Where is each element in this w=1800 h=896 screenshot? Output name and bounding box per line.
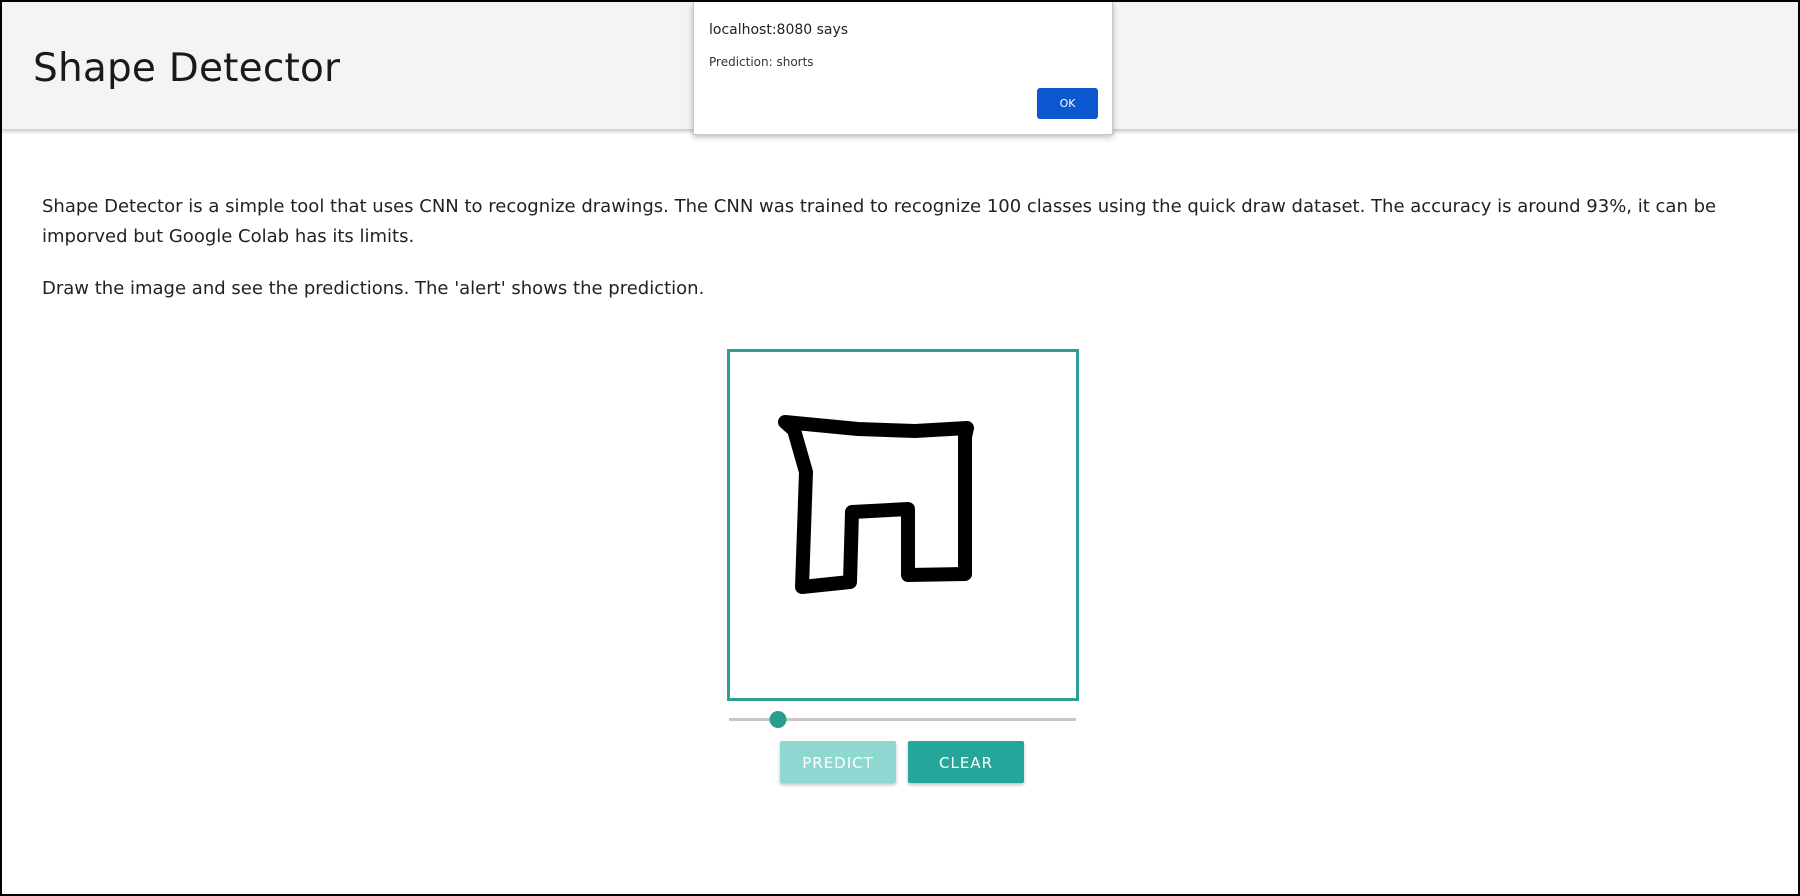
drawing-canvas[interactable] [727, 349, 1079, 701]
alert-ok-button[interactable]: OK [1037, 88, 1098, 119]
drawing-canvas-surface[interactable] [730, 352, 1076, 698]
alert-message: Prediction: shorts [709, 55, 814, 69]
alert-title: localhost:8080 says [709, 22, 849, 38]
alert-dialog: localhost:8080 says Prediction: shorts O… [693, 2, 1113, 135]
drawn-stroke [778, 415, 974, 594]
page-title: Shape Detector [33, 46, 341, 91]
instruction-paragraph: Draw the image and see the predictions. … [42, 278, 705, 299]
browser-viewport: Shape Detector Shape Detector is a simpl… [0, 0, 1800, 896]
main-content: Shape Detector is a simple tool that use… [42, 192, 1762, 326]
predict-button[interactable]: PREDICT [780, 741, 896, 783]
slider-thumb[interactable] [769, 711, 787, 728]
brush-size-slider[interactable] [729, 708, 1076, 730]
clear-button[interactable]: CLEAR [908, 741, 1024, 783]
intro-paragraph: Shape Detector is a simple tool that use… [42, 196, 1717, 247]
